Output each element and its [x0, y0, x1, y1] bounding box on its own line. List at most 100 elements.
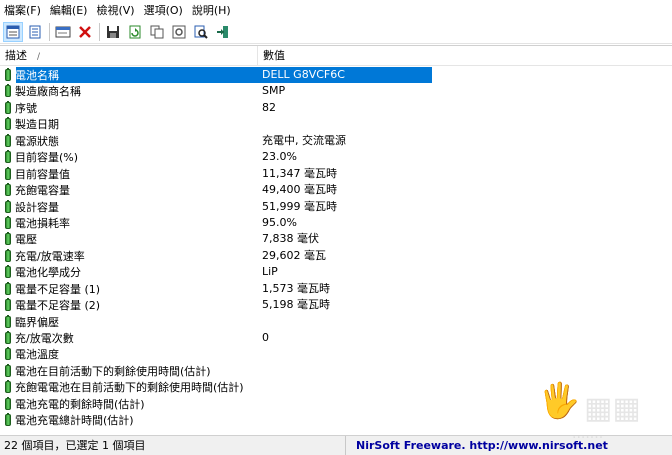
row-value: 5,198 毫瓦時 — [262, 298, 330, 312]
list-row[interactable]: 電量不足容量 (1) 1,573 毫瓦時 — [0, 281, 672, 297]
battery-icon — [5, 133, 11, 147]
delete-button[interactable] — [75, 22, 95, 42]
battery-icon — [5, 363, 11, 377]
row-description: 序號 — [5, 100, 255, 116]
list-row[interactable]: 序號 82 — [0, 100, 672, 116]
row-description: 製造廠商名稱 — [5, 83, 255, 99]
row-description-text: 設計容量 — [15, 200, 59, 214]
row-description: 充電/放電速率 — [5, 248, 255, 264]
row-description-text: 電池充電總計時間(估計) — [15, 414, 134, 428]
row-description-text: 目前容量(%) — [15, 151, 79, 165]
svg-text:▦▦: ▦▦ — [584, 391, 641, 426]
list-row[interactable]: 電池名稱 DELL G8VCF6C — [0, 67, 672, 83]
exit-icon — [217, 25, 228, 38]
battery-icon — [5, 100, 11, 114]
battery-icon — [5, 396, 11, 410]
menu-bar: 檔案(F) 編輯(E) 檢視(V) 選項(O) 說明(H) — [0, 0, 672, 20]
battery-icon — [5, 380, 11, 394]
row-description: 電池損耗率 — [5, 215, 255, 231]
battery-icon — [5, 347, 11, 361]
column-header-description[interactable]: 描述 ∕ — [0, 46, 258, 65]
column-description-label: 描述 — [5, 49, 27, 62]
list-row[interactable]: 充/放電次數 0 — [0, 330, 672, 346]
refresh-button[interactable] — [125, 22, 145, 42]
row-description: 設計容量 — [5, 199, 255, 215]
row-value: SMP — [262, 84, 286, 98]
copy-button[interactable] — [147, 22, 167, 42]
menu-view[interactable]: 檢視(V) — [92, 2, 137, 18]
list-row[interactable]: 充飽電容量 49,400 毫瓦時 — [0, 182, 672, 198]
list-row[interactable]: 目前容量(%) 23.0% — [0, 149, 672, 165]
list-header: 描述 ∕ 數值 — [0, 46, 672, 66]
battery-icon — [5, 298, 11, 312]
list-row[interactable]: 電池化學成分 LiP — [0, 264, 672, 280]
toolbar-separator — [49, 22, 50, 41]
row-description: 充/放電次數 — [5, 330, 255, 346]
row-description: 電池化學成分 — [5, 264, 255, 280]
list-row[interactable]: 電池損耗率 95.0% — [0, 215, 672, 231]
copy-list-button[interactable] — [25, 22, 45, 42]
row-description: 臨界偏壓 — [5, 314, 255, 330]
row-value: 7,838 毫伏 — [262, 232, 319, 246]
menu-file[interactable]: 檔案(F) — [0, 2, 44, 18]
row-description: 充飽電容量 — [5, 182, 255, 198]
list-row[interactable]: 製造廠商名稱 SMP — [0, 83, 672, 99]
row-description-text: 電量不足容量 (2) — [15, 299, 101, 313]
row-description: 電池溫度 — [5, 346, 255, 362]
list-row[interactable]: 目前容量值 11,347 毫瓦時 — [0, 166, 672, 182]
toolbar-separator — [99, 22, 100, 41]
row-description-text: 序號 — [15, 101, 37, 115]
battery-icon — [5, 117, 11, 131]
battery-icon — [5, 68, 11, 81]
battery-icon — [5, 314, 11, 328]
row-description: 電壓 — [5, 231, 255, 247]
html-report-button[interactable] — [3, 21, 23, 42]
list-row[interactable]: 充電/放電速率 29,602 毫瓦 — [0, 248, 672, 264]
properties-button[interactable] — [53, 22, 73, 42]
save-button[interactable] — [103, 22, 123, 42]
row-description: 電池在目前活動下的剩餘使用時間(估計) — [5, 363, 255, 379]
list-row[interactable]: 臨界偏壓 — [0, 314, 672, 330]
exit-button[interactable] — [213, 22, 233, 42]
list-row[interactable]: 電壓 7,838 毫伏 — [0, 231, 672, 247]
refresh-icon — [129, 25, 141, 38]
menu-options[interactable]: 選項(O) — [140, 2, 186, 18]
row-description-text: 目前容量值 — [15, 167, 70, 181]
row-value: 23.0% — [262, 150, 297, 164]
battery-icon — [5, 232, 11, 246]
battery-icon — [5, 265, 11, 279]
toolbar — [0, 20, 672, 44]
row-description: 電池名稱 — [5, 67, 255, 83]
sort-ascending-icon: ∕ — [37, 52, 41, 62]
menu-help[interactable]: 說明(H) — [188, 2, 234, 18]
list-row[interactable]: 電源狀態 充電中, 交流電源 — [0, 133, 672, 149]
row-description: 電量不足容量 (1) — [5, 281, 255, 297]
list-row[interactable]: 電池溫度 — [0, 346, 672, 362]
row-description: 電源狀態 — [5, 133, 255, 149]
row-description-text: 充電/放電速率 — [15, 249, 85, 263]
find-button[interactable] — [191, 22, 211, 42]
battery-icon — [5, 248, 11, 262]
row-value: 11,347 毫瓦時 — [262, 166, 337, 180]
menu-edit[interactable]: 編輯(E) — [46, 2, 91, 18]
battery-icon — [5, 215, 11, 229]
row-value: 29,602 毫瓦 — [262, 248, 326, 262]
watermark-logo: 🖐 ▦▦ ······· — [538, 380, 641, 447]
battery-icon — [5, 166, 11, 180]
battery-icon — [5, 183, 11, 197]
row-description-text: 臨界偏壓 — [15, 315, 59, 329]
list-row[interactable]: 電量不足容量 (2) 5,198 毫瓦時 — [0, 297, 672, 313]
row-description-text: 電池在目前活動下的剩餘使用時間(估計) — [15, 364, 211, 378]
row-description-text: 充飽電容量 — [15, 184, 70, 198]
options-button[interactable] — [169, 22, 189, 42]
battery-icon — [5, 199, 11, 213]
row-description: 電池充電總計時間(估計) — [5, 412, 255, 428]
column-header-value[interactable]: 數值 — [258, 46, 672, 65]
row-description-text: 製造廠商名稱 — [15, 85, 81, 99]
svg-text:·······: ······· — [572, 430, 603, 446]
row-description-text: 電池化學成分 — [15, 266, 81, 280]
battery-icon — [5, 331, 11, 344]
list-row[interactable]: 製造日期 — [0, 116, 672, 132]
list-row[interactable]: 設計容量 51,999 毫瓦時 — [0, 199, 672, 215]
row-description-text: 充飽電電池在目前活動下的剩餘使用時間(估計) — [15, 381, 244, 395]
